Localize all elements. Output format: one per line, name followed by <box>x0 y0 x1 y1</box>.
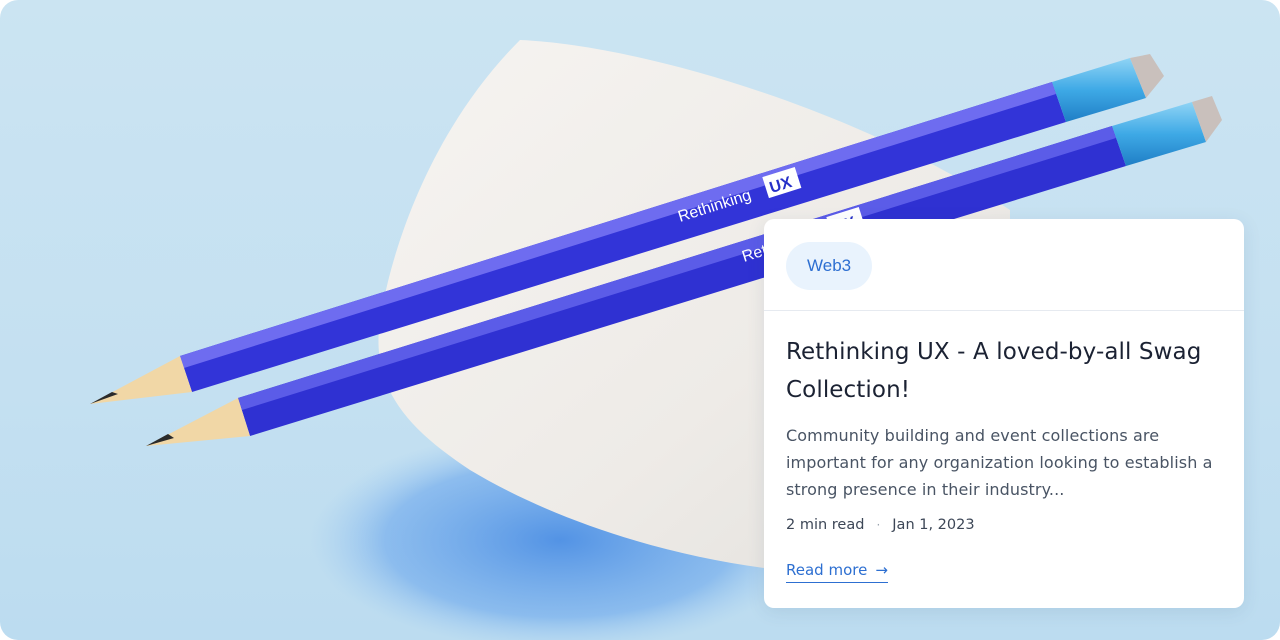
read-more-link[interactable]: Read more → <box>786 561 888 583</box>
article-excerpt: Community building and event collections… <box>786 426 1213 499</box>
publish-date: Jan 1, 2023 <box>892 517 975 533</box>
meta-separator: · <box>876 518 881 532</box>
arrow-right-icon: → <box>875 560 888 579</box>
read-more-label: Read more <box>786 561 868 579</box>
card-body: Rethinking UX - A loved-by-all Swag Coll… <box>764 311 1244 583</box>
category-tag[interactable]: Web3 <box>786 242 873 290</box>
article-card[interactable]: Web3 Rethinking UX - A loved-by-all Swag… <box>764 219 1244 608</box>
card-header: Web3 <box>764 219 1244 311</box>
article-title[interactable]: Rethinking UX - A loved-by-all Swag Coll… <box>786 333 1222 409</box>
article-meta: 2 min read · Jan 1, 2023 <box>786 517 1222 533</box>
read-time: 2 min read <box>786 517 865 533</box>
